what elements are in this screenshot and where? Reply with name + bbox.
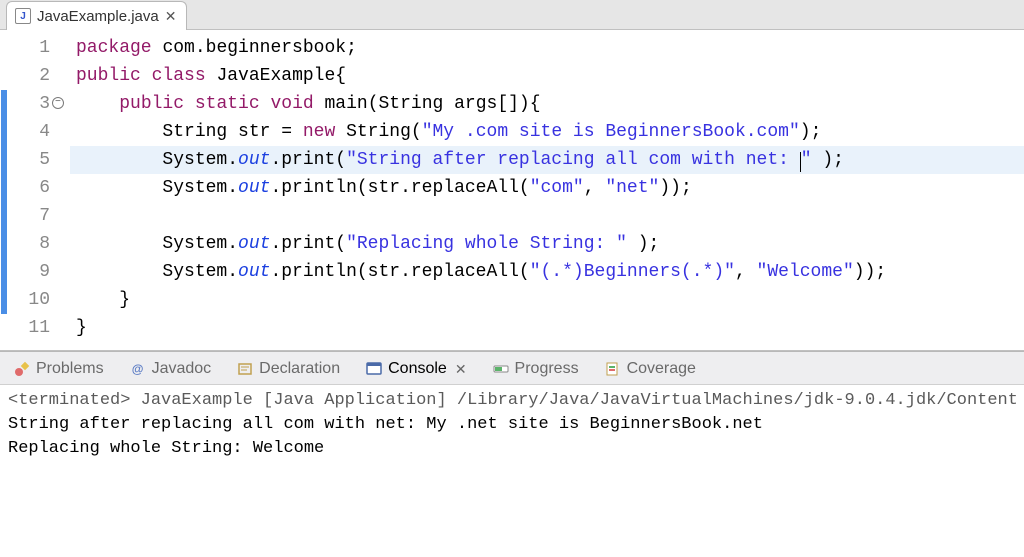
console-output[interactable]: <terminated> JavaExample [Java Applicati…: [0, 385, 1024, 557]
editor-tab-filename: JavaExample.java: [37, 8, 159, 25]
code-lines[interactable]: package com.beginnersbook; public class …: [70, 34, 1024, 342]
tab-coverage[interactable]: Coverage: [601, 358, 700, 380]
tab-label: Javadoc: [152, 360, 212, 378]
tab-progress[interactable]: Progress: [489, 358, 583, 380]
bottom-pane: Problems @ Javadoc Declaration Console ✕…: [0, 351, 1024, 557]
console-line: Replacing whole String: Welcome: [8, 437, 1016, 461]
line-number: 1: [8, 34, 50, 62]
line-number: 11: [8, 314, 50, 342]
code-line[interactable]: System.out.println(str.replaceAll("(.*)B…: [70, 258, 1024, 286]
line-number: 8: [8, 230, 50, 258]
code-line[interactable]: System.out.println(str.replaceAll("com",…: [70, 174, 1024, 202]
java-file-icon: J: [15, 8, 31, 24]
tab-label: Console: [388, 360, 447, 378]
line-number: 3−: [8, 90, 50, 118]
console-line: String after replacing all com with net:…: [8, 413, 1016, 437]
tab-console[interactable]: Console ✕: [362, 358, 470, 380]
text-caret: [800, 152, 801, 172]
code-line[interactable]: public class JavaExample{: [70, 62, 1024, 90]
editor-pane: J JavaExample.java ✕ 1 2 3− 4 5 6 7: [0, 0, 1024, 351]
line-number: 7: [8, 202, 50, 230]
close-icon[interactable]: ✕: [455, 361, 467, 378]
view-tab-bar: Problems @ Javadoc Declaration Console ✕…: [0, 352, 1024, 385]
line-number: 2: [8, 62, 50, 90]
fold-region: [56, 34, 70, 342]
line-number: 6: [8, 174, 50, 202]
line-number: 4: [8, 118, 50, 146]
problems-icon: [14, 361, 30, 377]
tab-label: Coverage: [627, 360, 696, 378]
tab-declaration[interactable]: Declaration: [233, 358, 344, 380]
code-line[interactable]: }: [70, 286, 1024, 314]
marker-strip: [0, 34, 8, 342]
editor-tab-bar: J JavaExample.java ✕: [0, 0, 1024, 30]
code-line[interactable]: [70, 202, 1024, 230]
tab-javadoc[interactable]: @ Javadoc: [126, 358, 216, 380]
javadoc-icon: @: [130, 361, 146, 377]
code-line[interactable]: String str = new String("My .com site is…: [70, 118, 1024, 146]
tab-label: Problems: [36, 360, 104, 378]
tab-label: Progress: [515, 360, 579, 378]
line-number: 5: [8, 146, 50, 174]
code-area[interactable]: 1 2 3− 4 5 6 7 8 9 10 11 package com.beg…: [0, 30, 1024, 350]
fold-toggle-icon[interactable]: −: [52, 97, 64, 109]
code-line[interactable]: public static void main(String args[]){: [70, 90, 1024, 118]
code-line[interactable]: System.out.print("Replacing whole String…: [70, 230, 1024, 258]
line-number: 10: [8, 286, 50, 314]
close-icon[interactable]: ✕: [165, 8, 177, 25]
progress-icon: [493, 361, 509, 377]
editor-tab[interactable]: J JavaExample.java ✕: [6, 1, 187, 30]
declaration-icon: [237, 361, 253, 377]
console-icon: [366, 361, 382, 377]
coverage-icon: [605, 361, 621, 377]
line-number-gutter: 1 2 3− 4 5 6 7 8 9 10 11: [8, 34, 56, 342]
tab-problems[interactable]: Problems: [10, 358, 108, 380]
code-line[interactable]: package com.beginnersbook;: [70, 34, 1024, 62]
code-line[interactable]: System.out.print("String after replacing…: [70, 146, 1024, 174]
console-process-header: <terminated> JavaExample [Java Applicati…: [8, 389, 1016, 413]
tab-label: Declaration: [259, 360, 340, 378]
code-line[interactable]: }: [70, 314, 1024, 342]
line-number: 9: [8, 258, 50, 286]
